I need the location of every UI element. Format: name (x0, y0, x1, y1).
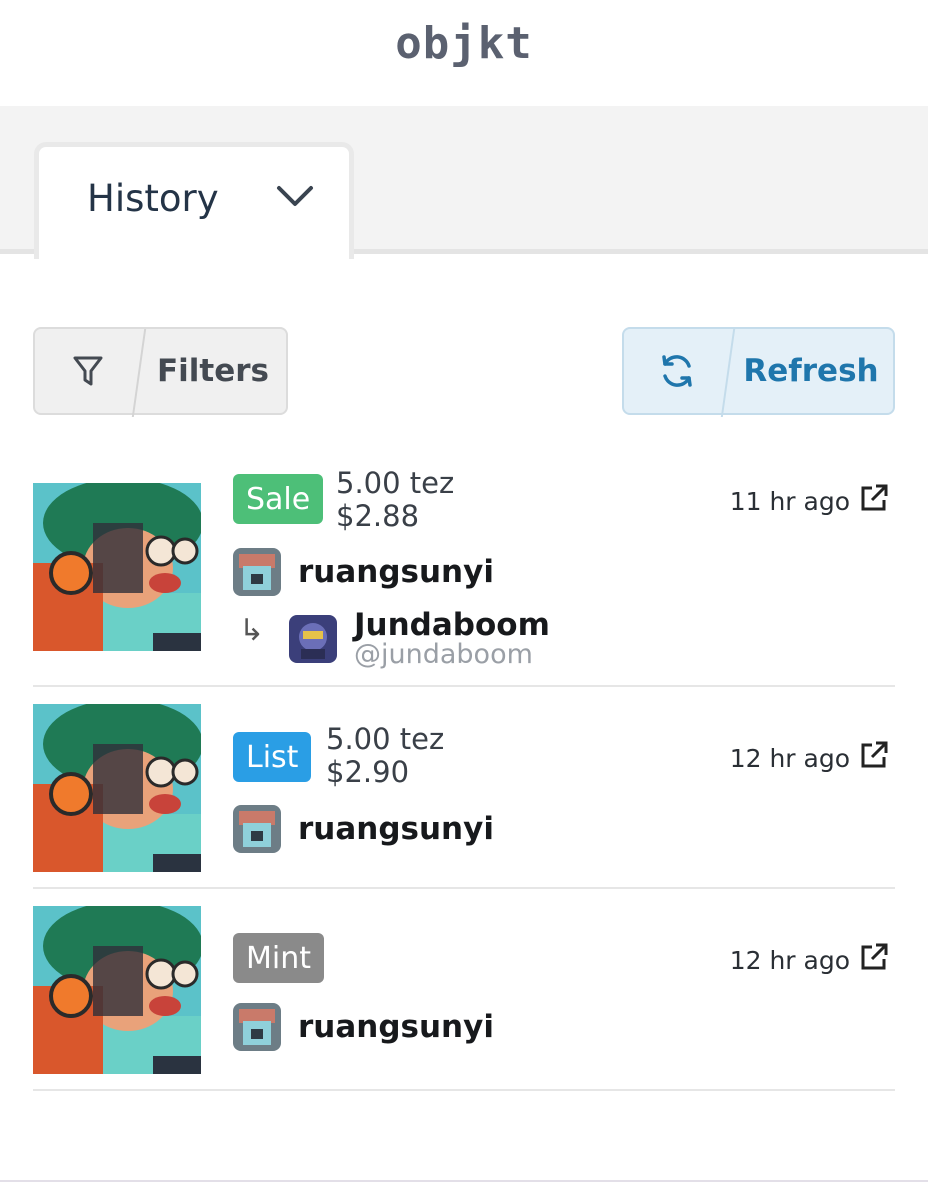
buyer-name: Jundaboom (354, 607, 550, 643)
price-tez: 5.00 tez (336, 466, 455, 500)
username: ruangsunyi (298, 811, 494, 847)
minter-user[interactable]: ruangsunyi (233, 1003, 494, 1051)
nft-thumbnail[interactable] (33, 704, 201, 872)
external-link-icon[interactable] (859, 942, 889, 972)
history-row-mint: Mint 12 hr ago ruangsunyi (33, 906, 895, 1091)
filters-label: Filters (156, 353, 269, 389)
event-type-badge: List (233, 732, 312, 782)
price-block: 5.00 tez $2.88 (336, 467, 454, 533)
buyer-user[interactable]: Jundaboom @jundaboom (289, 609, 550, 669)
username: ruangsunyi (298, 554, 494, 590)
nft-thumbnail[interactable] (33, 483, 201, 651)
chevron-down-icon[interactable] (275, 181, 315, 211)
external-link-icon[interactable] (859, 740, 889, 770)
lister-user[interactable]: ruangsunyi (233, 805, 494, 853)
event-type-badge: Sale (233, 474, 324, 524)
external-link-icon[interactable] (859, 483, 889, 513)
buyer-handle: @jundaboom (354, 639, 533, 670)
event-time: 12 hr ago (729, 946, 850, 975)
refresh-button[interactable]: Refresh (622, 327, 895, 415)
price-tez: 5.00 tez (326, 722, 445, 756)
brand-logo[interactable]: objkt (0, 18, 928, 69)
page-bottom-divider (0, 1180, 928, 1182)
price-block: 5.00 tez $2.90 (326, 723, 444, 789)
avatar (289, 615, 337, 663)
event-time: 12 hr ago (729, 744, 850, 773)
tab-bar: History (0, 106, 928, 259)
tab-history[interactable]: History (34, 142, 354, 259)
seller-user[interactable]: ruangsunyi (233, 548, 494, 596)
tab-label: History (87, 177, 219, 220)
price-usd: $2.88 (336, 499, 420, 533)
refresh-icon (624, 329, 729, 413)
refresh-label: Refresh (743, 353, 879, 389)
avatar (233, 548, 281, 596)
username: ruangsunyi (298, 1009, 494, 1045)
price-usd: $2.90 (326, 755, 410, 789)
history-row-list: List 5.00 tez $2.90 12 hr ago ruangsunyi (33, 704, 895, 889)
avatar (233, 1003, 281, 1051)
history-row-sale: Sale 5.00 tez $2.88 11 hr ago ruangsunyi… (33, 467, 895, 687)
filter-icon (35, 329, 140, 413)
event-type-badge: Mint (233, 933, 324, 983)
reply-arrow-icon: ↳ (239, 613, 265, 648)
event-time: 11 hr ago (729, 487, 850, 516)
nft-thumbnail[interactable] (33, 906, 201, 1074)
avatar (233, 805, 281, 853)
filters-button[interactable]: Filters (33, 327, 288, 415)
